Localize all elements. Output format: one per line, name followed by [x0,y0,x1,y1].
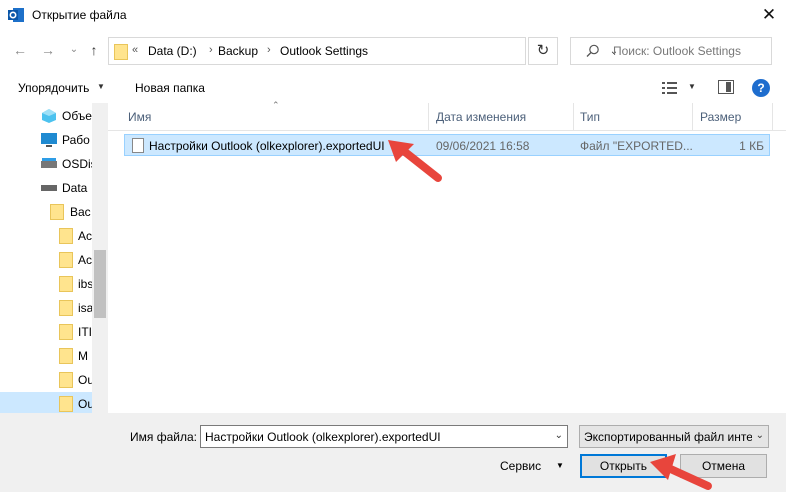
tree-item-folder[interactable]: Ac [0,248,92,272]
chevron-down-icon: ▼ [97,82,105,91]
file-type: Файл "EXPORTED... [580,139,693,153]
folder-icon [59,324,73,340]
filename-field[interactable]: Настройки Outlook (olkexplorer).exported… [200,425,568,448]
search-box[interactable]: Поиск: Outlook Settings [570,37,772,65]
folder-icon [59,372,73,388]
view-options-icon[interactable] [662,81,680,95]
up-folder-icon[interactable]: ↑ [86,42,102,58]
column-name[interactable]: Имя [128,110,151,124]
outlook-app-icon [8,8,24,22]
command-bar: Упорядочить ▼ Новая папка ▼ ? [0,71,786,103]
file-date: 09/06/2021 16:58 [436,139,530,153]
tree-item-3d-objects[interactable]: Объе [0,104,92,128]
tree-item-folder[interactable]: ITI [0,320,92,344]
folder-icon [59,276,73,292]
column-divider[interactable] [772,103,773,131]
breadcrumb-separator[interactable]: › [209,44,213,56]
cancel-button[interactable]: Отмена [680,454,767,478]
dialog-footer: Имя файла: Настройки Outlook (olkexplore… [0,413,786,492]
scrollbar-thumb[interactable] [94,250,106,318]
drive-icon [41,158,57,168]
chevron-down-icon[interactable]: ▼ [556,461,564,470]
column-size[interactable]: Размер [700,110,741,124]
organize-button[interactable]: Упорядочить [18,81,89,95]
folder-icon [50,204,64,220]
tree-item-data-drive[interactable]: Data [0,176,92,200]
tree-item-osdisk[interactable]: OSDis [0,152,92,176]
preview-pane-icon[interactable] [718,80,734,94]
breadcrumb-outlook-settings[interactable]: Outlook Settings [280,44,368,58]
navigation-bar: ← → ⌄ ↑ « Data (D:) › Backup › Outlook S… [0,31,786,71]
filename-value: Настройки Outlook (olkexplorer).exported… [205,430,441,444]
folder-icon [59,396,73,412]
file-size: 1 КБ [739,139,764,153]
folder-icon [59,252,73,268]
breadcrumb-separator[interactable]: › [267,44,271,56]
folder-icon [114,44,128,60]
forward-icon[interactable]: → [40,42,56,58]
file-row[interactable]: Настройки Outlook (olkexplorer).exported… [124,134,770,156]
column-header-row: ⌃ Имя Дата изменения Тип Размер [108,100,786,131]
drive-icon [41,185,57,191]
window-title: Открытие файла [32,8,127,22]
recent-locations-icon[interactable]: ⌄ [66,42,82,58]
help-icon[interactable]: ? [752,79,770,97]
chevron-down-icon[interactable]: ⌄ [756,430,764,441]
column-divider[interactable] [573,103,574,131]
filename-label: Имя файла: [130,430,197,444]
column-divider[interactable] [692,103,693,131]
search-icon [586,44,599,57]
folder-icon [59,300,73,316]
title-bar: Открытие файла ✕ [0,0,786,31]
breadcrumb-drive[interactable]: Data (D:) [148,44,197,58]
column-type[interactable]: Тип [580,110,600,124]
3d-objects-icon [42,109,56,123]
back-icon[interactable]: ← [12,42,28,58]
chevron-down-icon[interactable]: ⌄ [555,430,563,441]
folder-icon [59,228,73,244]
file-type-filter-value: Экспортированный файл инте [584,430,752,444]
tree-item-desktop[interactable]: Рабо [0,128,92,152]
tree-item-folder[interactable]: ibs [0,272,92,296]
sort-ascending-icon: ⌃ [272,100,280,110]
chevron-down-icon[interactable]: ▼ [688,82,696,91]
search-input[interactable]: Поиск: Outlook Settings [613,44,741,58]
file-name: Настройки Outlook (olkexplorer).exported… [149,139,385,153]
tree-item-folder[interactable]: Ac [0,224,92,248]
tree-item-folder[interactable]: isa [0,296,92,320]
file-type-filter[interactable]: Экспортированный файл инте ⌄ [579,425,769,448]
breadcrumb-backup[interactable]: Backup [218,44,258,58]
column-date[interactable]: Дата изменения [436,110,526,124]
open-button[interactable]: Открыть [580,454,667,478]
tree-item-folder[interactable]: M [0,344,92,368]
tree-item-backup[interactable]: Bac [0,200,92,224]
tree-item-folder[interactable]: Ou [0,368,92,392]
overflow-chevron[interactable]: « [132,44,138,56]
tools-button[interactable]: Сервис [500,459,541,473]
tree-item-outlook-settings[interactable]: Ou [0,392,92,413]
address-bar[interactable]: « Data (D:) › Backup › Outlook Settings … [108,37,618,65]
close-icon[interactable]: ✕ [760,6,778,24]
desktop-icon [41,133,57,147]
column-divider[interactable] [428,103,429,131]
new-folder-button[interactable]: Новая папка [135,81,205,95]
folder-icon [59,348,73,364]
file-icon [132,138,144,153]
refresh-button[interactable]: ↻ [528,37,558,65]
